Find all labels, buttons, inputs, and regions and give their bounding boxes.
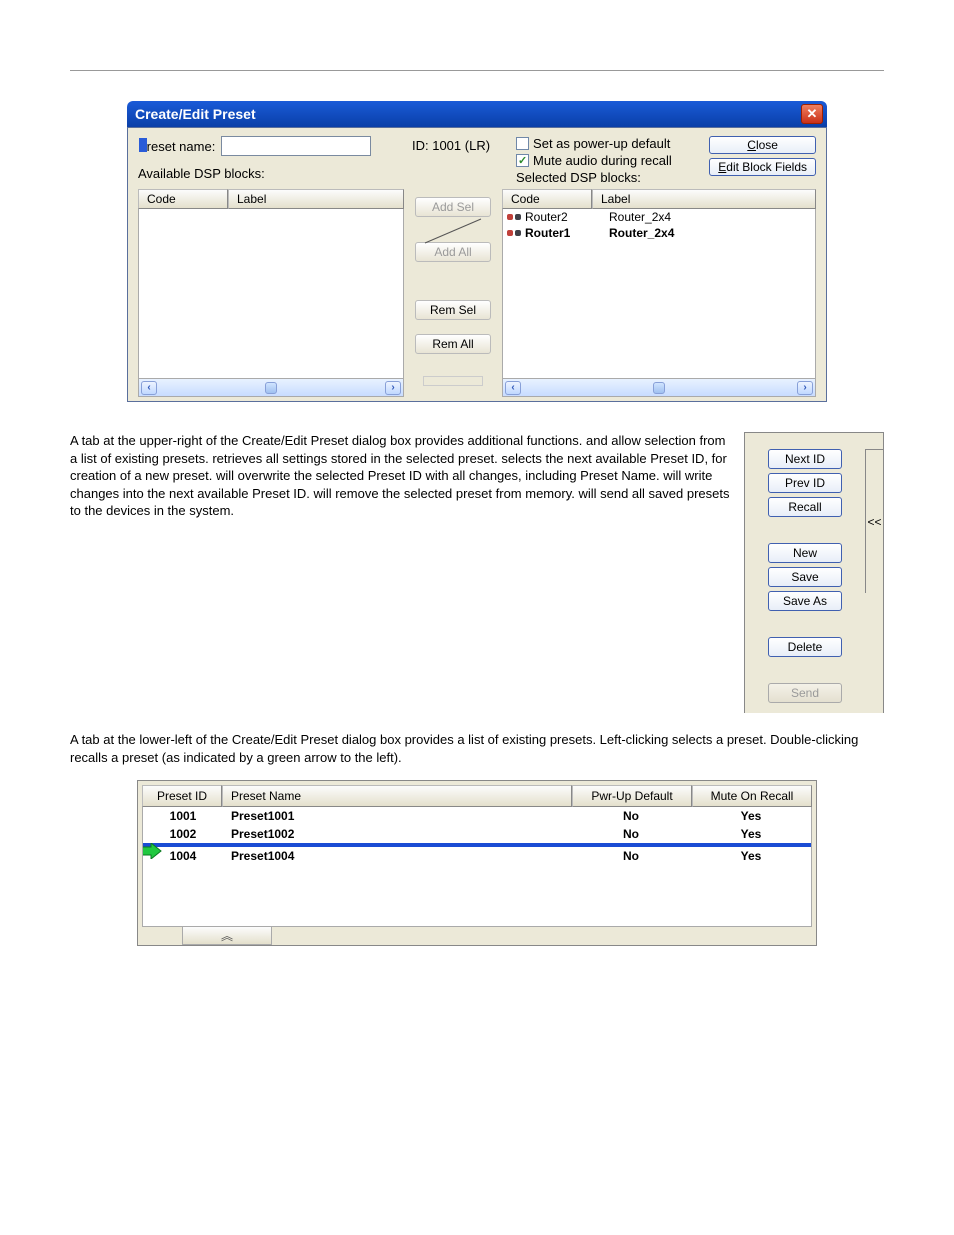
dialog-titlebar[interactable]: Create/Edit Preset ✕	[127, 101, 827, 127]
pwr-default-cell: No	[571, 825, 691, 843]
preset-id-label: ID: 1001 (LR)	[412, 138, 490, 153]
table-row[interactable]: 1001Preset1001NoYes	[143, 807, 811, 825]
table-row[interactable]: 1002Preset1002NoYes	[143, 825, 811, 843]
powerup-default-label: Set as power-up default	[533, 136, 670, 151]
save-as-button[interactable]: Save As	[768, 591, 842, 611]
mute-recall-cell: Yes	[691, 847, 811, 865]
preset-name-cell: Preset1004	[223, 847, 571, 865]
edit-block-fields-button[interactable]: Edit Block Fields	[709, 158, 816, 176]
close-icon[interactable]: ✕	[801, 104, 823, 124]
pwr-default-cell: No	[571, 807, 691, 825]
collapse-panel-button[interactable]: <<	[865, 449, 883, 593]
pwr-default-header[interactable]: Pwr-Up Default	[572, 785, 692, 807]
router-icon	[507, 211, 521, 223]
router-icon	[507, 227, 521, 239]
page-top-divider	[70, 70, 884, 71]
scroll-left-icon[interactable]: ‹	[505, 381, 521, 395]
preset-id-cell: 1004	[143, 847, 223, 865]
annotation-arrow-icon	[415, 217, 491, 245]
close-button[interactable]: Close	[709, 136, 816, 154]
rem-all-button[interactable]: Rem All	[415, 334, 491, 354]
table-row[interactable]: 1004Preset1004NoYes	[143, 847, 811, 865]
available-blocks-list[interactable]: Code Label ‹ ›	[138, 189, 404, 397]
selected-blocks-label: Selected DSP blocks:	[516, 170, 641, 185]
mute-audio-checkbox[interactable]: ✓	[516, 154, 529, 167]
mute-recall-header[interactable]: Mute On Recall	[692, 785, 812, 807]
preset-name-header[interactable]: Preset Name	[222, 785, 572, 807]
preset-name-cell: Preset1001	[223, 807, 571, 825]
create-edit-preset-dialog: Create/Edit Preset ✕ Preset name: Availa…	[127, 101, 827, 402]
delete-button[interactable]: Delete	[768, 637, 842, 657]
powerup-default-checkbox[interactable]	[516, 137, 529, 150]
paragraph-1: A tab at the upper-right of the Create/E…	[70, 432, 730, 520]
paragraph-2: A tab at the lower-left of the Create/Ed…	[70, 731, 884, 766]
scroll-thumb[interactable]	[653, 382, 665, 394]
label-cell: Router_2x4	[609, 226, 674, 240]
available-blocks-label: Available DSP blocks:	[138, 166, 398, 181]
recall-button[interactable]: Recall	[768, 497, 842, 517]
list-item[interactable]: Router2 Router_2x4	[503, 209, 815, 225]
available-label-header[interactable]: Label	[228, 189, 404, 209]
scroll-right-icon[interactable]: ›	[385, 381, 401, 395]
add-sel-button[interactable]: Add Sel	[415, 197, 491, 217]
selected-blocks-list[interactable]: Code Label Router2Router_2x4Router1Route…	[502, 189, 816, 397]
mute-audio-label: Mute audio during recall	[533, 153, 672, 168]
preset-id-cell: 1001	[143, 807, 223, 825]
dialog-title: Create/Edit Preset	[135, 106, 256, 122]
next-id-button[interactable]: Next ID	[768, 449, 842, 469]
selected-h-scrollbar[interactable]: ‹ ›	[502, 379, 816, 397]
add-all-button[interactable]: Add All	[415, 242, 491, 262]
collapse-up-button[interactable]: ︽	[182, 927, 272, 945]
save-button[interactable]: Save	[768, 567, 842, 587]
label-cell: Router_2x4	[609, 210, 671, 224]
preset-actions-panel: Next ID Prev ID Recall New Save Save As …	[744, 432, 884, 713]
scroll-thumb[interactable]	[265, 382, 277, 394]
preset-name-input[interactable]	[221, 136, 371, 156]
prev-id-button[interactable]: Prev ID	[768, 473, 842, 493]
preset-name-label: Preset name:	[138, 139, 215, 154]
code-cell: Router2	[525, 210, 605, 224]
code-cell: Router1	[525, 226, 605, 240]
scroll-left-icon[interactable]: ‹	[141, 381, 157, 395]
progress-bar	[423, 376, 483, 386]
available-h-scrollbar[interactable]: ‹ ›	[138, 379, 404, 397]
new-button[interactable]: New	[768, 543, 842, 563]
send-button[interactable]: Send	[768, 683, 842, 703]
preset-name-cell: Preset1002	[223, 825, 571, 843]
mute-recall-cell: Yes	[691, 825, 811, 843]
rem-sel-button[interactable]: Rem Sel	[415, 300, 491, 320]
selected-label-header[interactable]: Label	[592, 189, 816, 209]
preset-id-cell: 1002	[143, 825, 223, 843]
pwr-default-cell: No	[571, 847, 691, 865]
mute-recall-cell: Yes	[691, 807, 811, 825]
available-code-header[interactable]: Code	[138, 189, 228, 209]
scroll-right-icon[interactable]: ›	[797, 381, 813, 395]
list-item[interactable]: Router1 Router_2x4	[503, 225, 815, 241]
selected-code-header[interactable]: Code	[502, 189, 592, 209]
preset-list-panel: Preset ID Preset Name Pwr-Up Default Mut…	[137, 780, 817, 946]
preset-id-header[interactable]: Preset ID	[142, 785, 222, 807]
